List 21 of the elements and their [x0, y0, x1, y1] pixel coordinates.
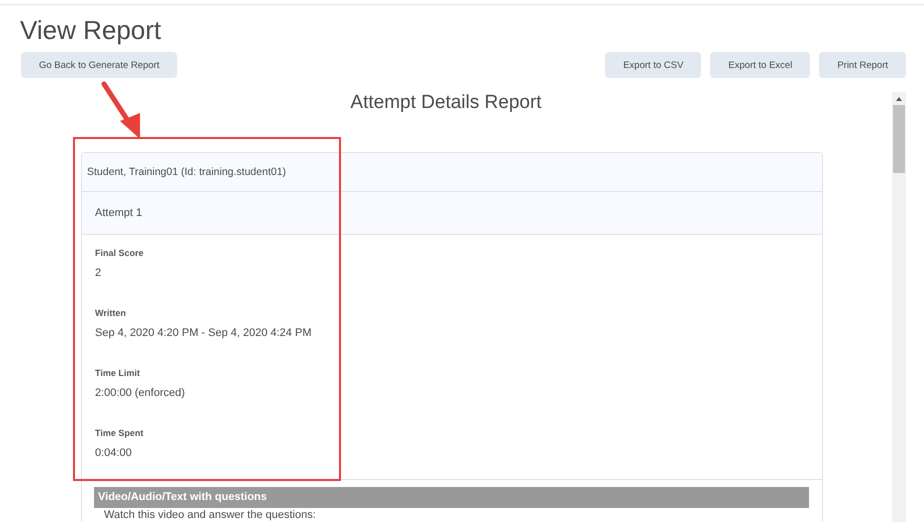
detail-label: Written: [95, 307, 127, 320]
scrollbar[interactable]: [892, 92, 906, 522]
detail-label: Final Score: [95, 247, 145, 260]
detail-value: 2: [95, 266, 102, 281]
section-header: Video/Audio/Text with questions: [94, 487, 809, 508]
scroll-up-icon[interactable]: [896, 97, 902, 101]
back-button[interactable]: Go Back to Generate Report: [21, 52, 178, 78]
detail-label: Time Limit: [95, 367, 141, 380]
student-header: Student, Training01 (Id: training.student01): [82, 153, 822, 192]
section-text: Watch this video and answer the questions:: [103, 508, 317, 522]
report-title: Attempt Details Report: [350, 92, 542, 115]
attempt-header: Attempt 1: [82, 192, 822, 235]
detail-value: 0:04:00: [95, 446, 133, 461]
detail-label: Time Spent: [95, 427, 144, 440]
action-button[interactable]: Export to CSV: [605, 52, 702, 78]
page-title: View Report: [19, 14, 162, 45]
action-button[interactable]: Print Report: [819, 52, 906, 78]
detail-value: 2:00:00 (enforced): [95, 386, 186, 401]
action-button[interactable]: Export to Excel: [710, 52, 810, 78]
detail-value: Sep 4, 2020 4:20 PM - Sep 4, 2020 4:24 PM: [95, 326, 312, 341]
scrollbar-thumb[interactable]: [893, 105, 905, 173]
